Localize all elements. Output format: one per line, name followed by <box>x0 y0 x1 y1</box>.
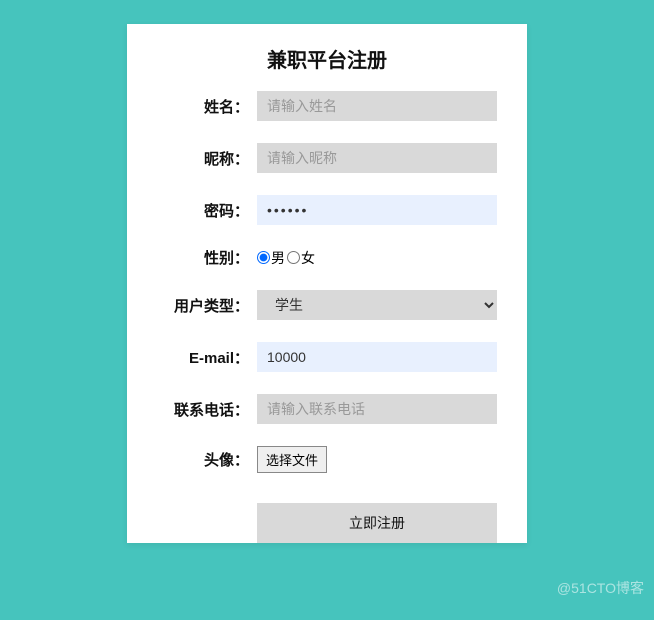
field-row-password: 密码： <box>127 195 527 225</box>
usertype-select[interactable]: 学生 <box>257 290 497 320</box>
field-row-phone: 联系电话： <box>127 394 527 424</box>
gender-female-radio[interactable] <box>287 251 300 264</box>
gender-female-option[interactable]: 女 <box>287 248 315 268</box>
gender-label: 性别： <box>147 247 257 268</box>
field-row-name: 姓名： <box>127 91 527 121</box>
registration-form-card: 兼职平台注册 姓名： 昵称： 密码： 性别： 男 女 <box>127 24 527 543</box>
gender-male-option[interactable]: 男 <box>257 248 285 268</box>
watermark: @51CTO博客 <box>557 578 644 598</box>
submit-row: 立即注册 <box>127 503 527 543</box>
field-row-email: E-mail： <box>127 342 527 372</box>
gender-male-radio[interactable] <box>257 251 270 264</box>
phone-label: 联系电话： <box>147 399 257 420</box>
phone-input[interactable] <box>257 394 497 424</box>
field-row-nickname: 昵称： <box>127 143 527 173</box>
gender-female-text: 女 <box>301 248 315 268</box>
field-row-avatar: 头像： 选择文件 <box>127 446 527 473</box>
field-row-usertype: 用户类型： 学生 <box>127 290 527 320</box>
form-title: 兼职平台注册 <box>127 44 527 73</box>
email-input[interactable] <box>257 342 497 372</box>
nickname-label: 昵称： <box>147 148 257 169</box>
name-input[interactable] <box>257 91 497 121</box>
password-input[interactable] <box>257 195 497 225</box>
field-row-gender: 性别： 男 女 <box>127 247 527 268</box>
name-label: 姓名： <box>147 96 257 117</box>
submit-button[interactable]: 立即注册 <box>257 503 497 543</box>
usertype-label: 用户类型： <box>147 295 257 316</box>
avatar-file-button[interactable]: 选择文件 <box>257 446 327 473</box>
avatar-label: 头像： <box>147 449 257 470</box>
gender-male-text: 男 <box>271 248 285 268</box>
password-label: 密码： <box>147 200 257 221</box>
email-label: E-mail： <box>147 347 257 368</box>
nickname-input[interactable] <box>257 143 497 173</box>
